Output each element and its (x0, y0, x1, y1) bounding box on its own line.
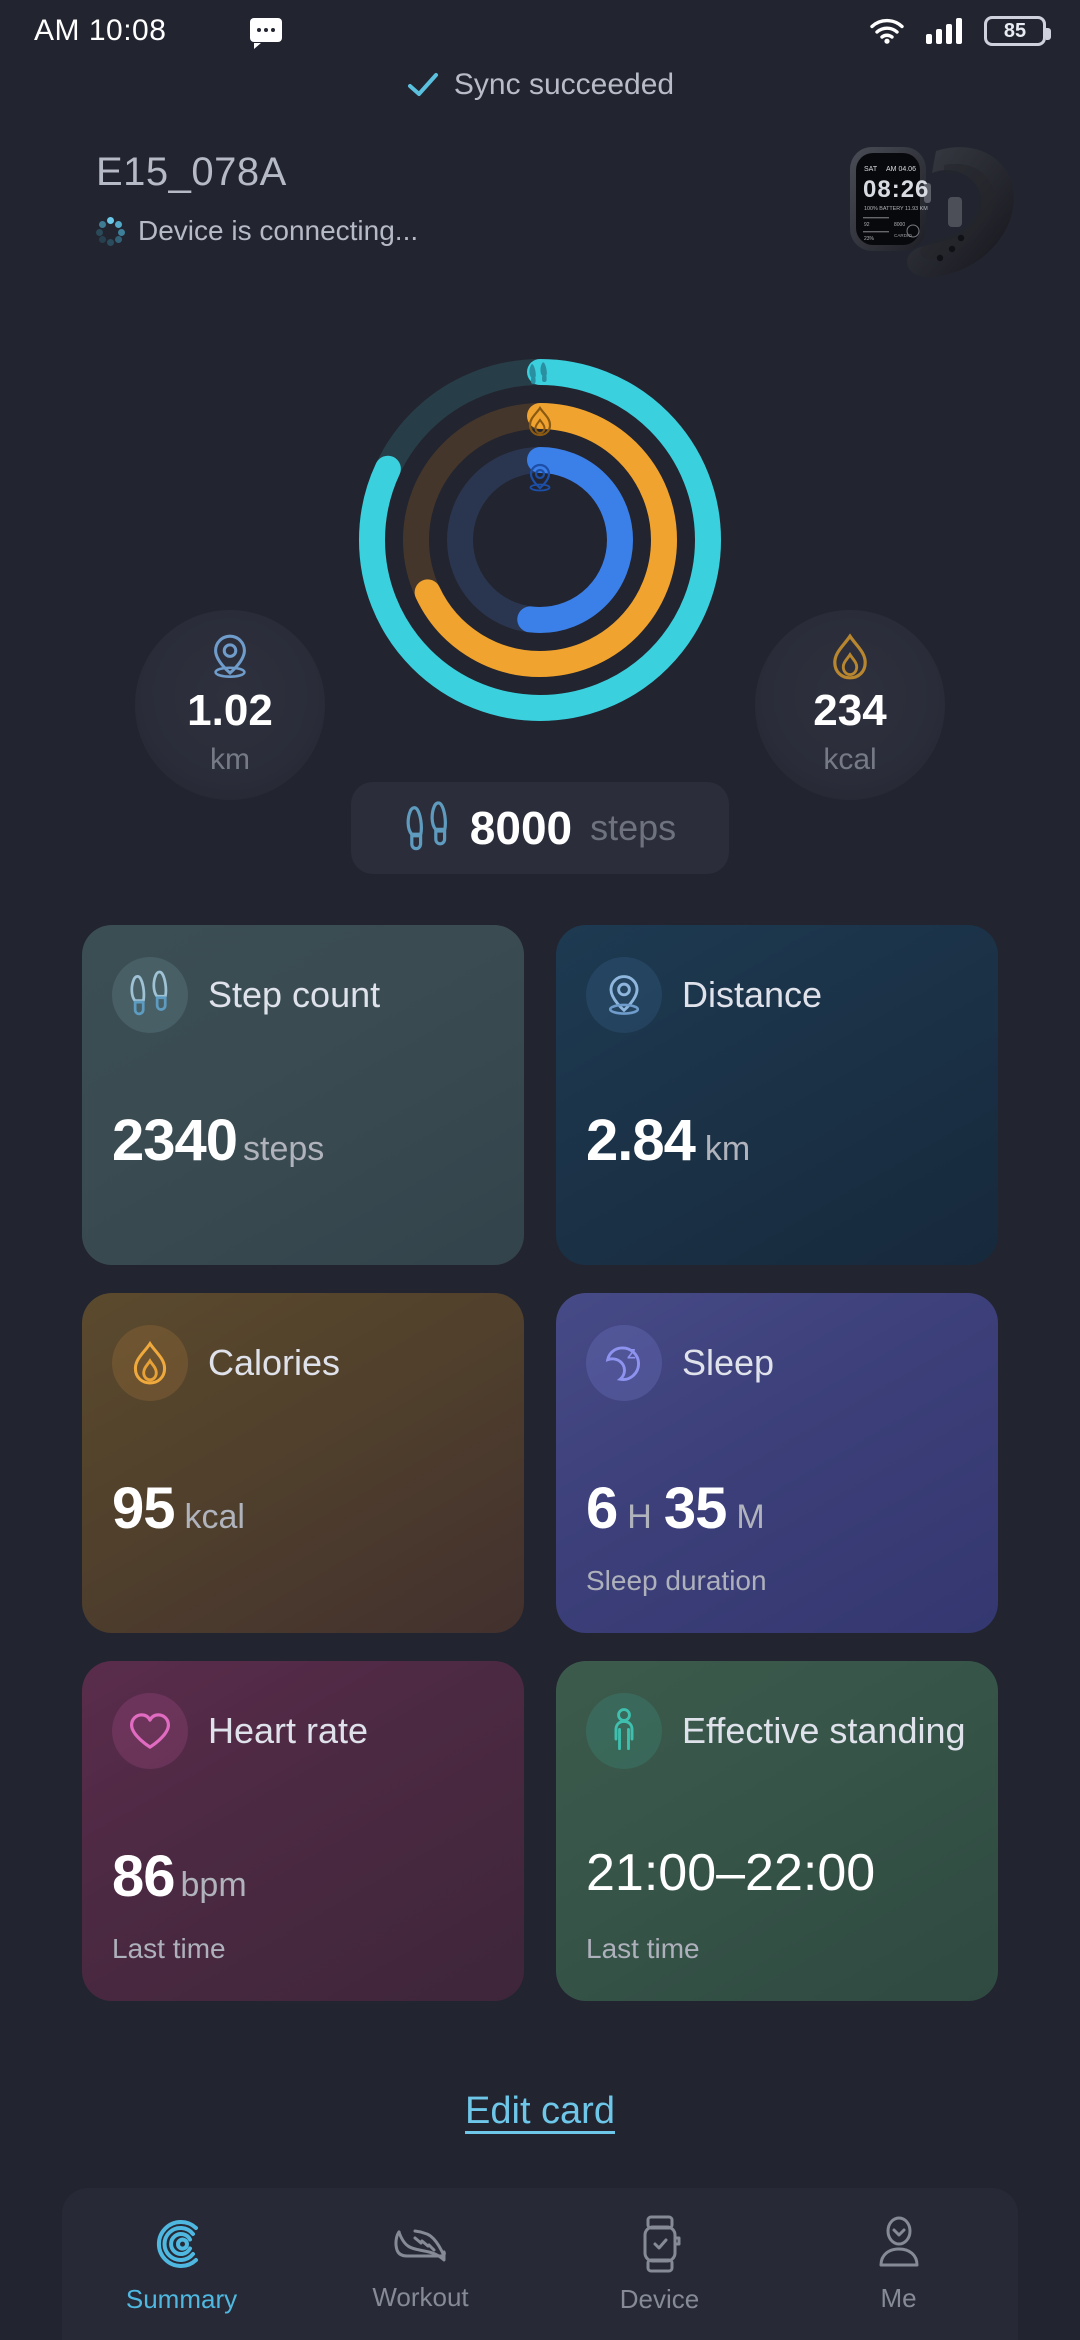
activity-rings[interactable] (330, 330, 750, 750)
status-bar-time: AM 10:08 (34, 14, 167, 47)
nav-item-device[interactable]: Device (540, 2214, 779, 2315)
card-distance[interactable]: Distance 2.84 km (556, 925, 998, 1265)
card-heart-rate[interactable]: Heart rate 86 bpm Last time (82, 1661, 524, 2001)
card-value: 21:00–22:00 (586, 1844, 876, 1902)
device-status-text: Device is connecting... (138, 215, 419, 246)
nav-label: Summary (125, 2283, 238, 2314)
card-sleep[interactable]: Z Sleep 6 H 35 M Sleep duration (556, 1293, 998, 1633)
bottom-navigation: Summary Workout Device Me (62, 2188, 1018, 2340)
standing-person-icon (586, 1693, 662, 1769)
card-title: Effective standing (682, 1710, 966, 1752)
card-unit-minutes: M (736, 1498, 765, 1536)
card-value-hours: 6 (586, 1476, 618, 1541)
card-subtitle: Last time (586, 1933, 700, 1964)
svg-text:Z: Z (627, 1346, 636, 1361)
summary-steps-value: 8000 (469, 802, 573, 854)
check-icon (407, 73, 438, 96)
card-title: Distance (682, 974, 823, 1016)
card-unit-hours: H (627, 1498, 652, 1536)
device-header[interactable]: E15_078A Device is connecting... (96, 150, 418, 247)
battery-level: 85 (1003, 19, 1027, 42)
card-unit: steps (243, 1130, 325, 1168)
edit-card-label: Edit card (465, 2090, 615, 2132)
card-title: Heart rate (208, 1710, 369, 1752)
card-title: Sleep (682, 1342, 775, 1384)
device-connection-status: Device is connecting... (96, 215, 418, 247)
smartwatch-image: SAT AM 04.06 08:26 100% BATTERY 11.93 KM… (850, 147, 1014, 278)
card-subtitle: Last time (112, 1933, 226, 1964)
summary-calories-unit: kcal (823, 743, 877, 776)
flame-icon (833, 633, 867, 680)
device-name: E15_078A (96, 150, 287, 194)
message-bubble-icon (250, 18, 283, 49)
summary-distance-unit: km (210, 743, 250, 776)
edit-card-link[interactable]: Edit card (0, 2090, 1080, 2133)
card-title: Calories (208, 1342, 341, 1384)
card-value-minutes: 35 (663, 1476, 728, 1541)
sync-status: Sync succeeded (0, 68, 1080, 102)
app-screen: AM 10:08 85 Sync succeeded E15_078A Devi… (0, 0, 1080, 2340)
nav-label: Device (619, 2283, 700, 2314)
card-value: 86 (112, 1844, 176, 1909)
svg-text:23%: 23% (864, 236, 875, 242)
card-value: 2340 (112, 1108, 238, 1173)
svg-text:08:26: 08:26 (863, 176, 929, 203)
summary-calories-bubble[interactable]: 234 kcal (755, 610, 945, 800)
svg-text:100% BATTERY 11.93 KM: 100% BATTERY 11.93 KM (864, 206, 928, 212)
running-shoe-icon (393, 2229, 446, 2261)
summary-spiral-icon (156, 2219, 198, 2268)
signal-bars-icon (926, 18, 962, 44)
summary-steps-unit: steps (590, 807, 677, 848)
card-unit: km (704, 1130, 751, 1168)
card-calories[interactable]: Calories 95 kcal (82, 1293, 524, 1633)
card-unit: kcal (184, 1498, 245, 1536)
card-title: Step count (208, 974, 381, 1016)
watch-icon (643, 2215, 680, 2272)
metric-cards-grid: Step count 2340 steps Distance 2.84 km C… (82, 925, 998, 2001)
moon-sleep-icon: Z (586, 1325, 662, 1401)
svg-text:8000: 8000 (894, 222, 905, 228)
nav-label: Me (880, 2282, 917, 2313)
battery-icon: 85 (984, 16, 1051, 46)
svg-text:92: 92 (864, 222, 870, 228)
card-step-count[interactable]: Step count 2340 steps (82, 925, 524, 1265)
status-bar: AM 10:08 85 (0, 0, 1080, 62)
nav-item-summary[interactable]: Summary (62, 2214, 301, 2315)
person-icon (879, 2216, 918, 2266)
location-pin-icon (214, 634, 246, 678)
card-value: 2.84 (586, 1108, 696, 1173)
summary-distance-value: 1.02 (187, 686, 273, 735)
loading-spinner-icon (96, 217, 125, 246)
heart-icon (112, 1693, 188, 1769)
nav-item-me[interactable]: Me (779, 2215, 1018, 2314)
sync-status-label: Sync succeeded (453, 68, 675, 101)
summary-calories-value: 234 (813, 686, 887, 735)
location-pin-icon (586, 957, 662, 1033)
footprints-icon (406, 801, 447, 851)
summary-steps-pill[interactable]: 8000 steps (351, 782, 729, 874)
wifi-icon (870, 18, 904, 44)
flame-icon (112, 1325, 188, 1401)
card-value: 95 (112, 1476, 176, 1541)
svg-text:SAT: SAT (864, 166, 878, 173)
svg-text:AM 04.06: AM 04.06 (886, 166, 916, 173)
nav-item-workout[interactable]: Workout (301, 2216, 540, 2313)
summary-distance-bubble[interactable]: 1.02 km (135, 610, 325, 800)
nav-label: Workout (372, 2281, 469, 2312)
card-unit: bpm (180, 1866, 247, 1904)
card-subtitle: Sleep duration (586, 1565, 767, 1596)
card-effective-standing[interactable]: Effective standing 21:00–22:00 Last time (556, 1661, 998, 2001)
status-bar-indicators: 85 (870, 16, 1051, 46)
footprints-icon (112, 957, 188, 1033)
